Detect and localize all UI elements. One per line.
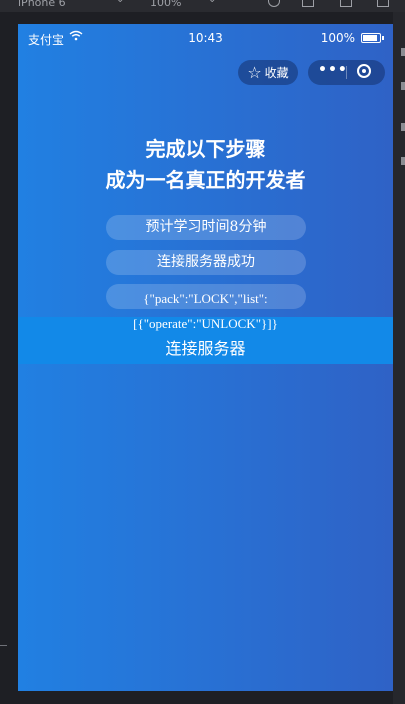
zoom-selector[interactable]: 100% — [150, 0, 181, 9]
title-line-2: 成为一名真正的开发者 — [105, 168, 306, 192]
connect-status-badge: 连接服务器成功 — [106, 250, 306, 275]
favorite-button[interactable]: ☆ 收藏 — [238, 60, 298, 85]
ide-toolbar: iPhone 6 ⌄ 100% ⌄ — [0, 0, 405, 12]
panel-glyph — [401, 82, 405, 90]
title-line-1: 完成以下步骤 — [145, 137, 266, 161]
battery-icon — [361, 33, 384, 43]
menu-capsule: ••• — [308, 60, 385, 85]
panel-glyph — [401, 157, 405, 165]
capsule-divider — [346, 66, 347, 79]
status-bar: 支付宝 10:43 100% — [18, 24, 393, 52]
favorite-label: 收藏 — [264, 66, 289, 80]
panel-glyph — [401, 123, 405, 131]
study-time-badge: 预计学习时间8分钟 — [106, 215, 306, 240]
device-selector[interactable]: iPhone 6 — [18, 0, 66, 9]
payload-line-1: {"pack":"LOCK","list": — [143, 291, 268, 306]
payload-line-2: [{"operate":"UNLOCK"}]} — [133, 316, 278, 331]
grid-icon[interactable] — [302, 0, 314, 7]
ide-right-panel — [393, 12, 405, 704]
close-circle-icon[interactable] — [357, 64, 371, 78]
payload-text: {"pack":"LOCK","list": [{"operate":"UNLO… — [18, 286, 393, 336]
gutter-tick — [0, 645, 7, 646]
panel-glyph — [401, 48, 405, 56]
battery-percent: 100% — [320, 31, 355, 45]
page-title: 完成以下步骤 成为一名真正的开发者 — [18, 134, 393, 196]
phone-screen: 支付宝 10:43 100% ☆ 收藏 ••• 完成以下步骤 成为一名真正的开发… — [18, 24, 393, 691]
ide-left-gutter — [0, 12, 18, 704]
chevron-down-icon[interactable]: ⌄ — [116, 0, 124, 5]
chevron-down-icon[interactable]: ⌄ — [208, 0, 216, 5]
refresh-icon[interactable] — [268, 0, 280, 7]
more-icon[interactable]: ••• — [318, 62, 347, 78]
window-icon[interactable] — [377, 0, 389, 7]
settings-icon[interactable] — [340, 0, 352, 7]
star-icon: ☆ — [247, 62, 262, 82]
